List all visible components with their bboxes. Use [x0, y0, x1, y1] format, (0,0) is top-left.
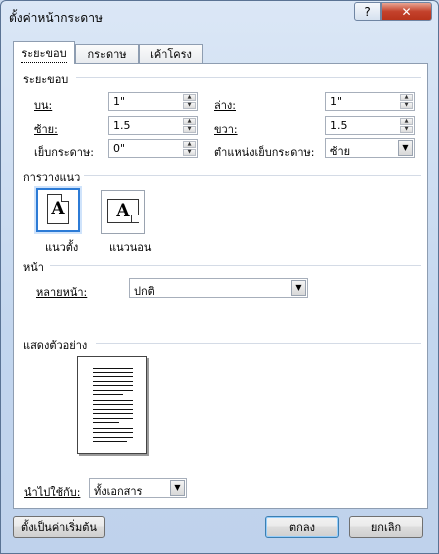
tab-layout-label: เค้าโครง: [150, 48, 192, 61]
chevron-down-icon[interactable]: ▼: [398, 140, 413, 156]
gutter-value: 0": [113, 142, 126, 155]
multiple-pages-select[interactable]: ปกติ ▼: [129, 278, 308, 298]
spin-up-icon[interactable]: ▲: [400, 94, 413, 101]
spin-up-icon[interactable]: ▲: [183, 141, 196, 148]
set-as-default-button[interactable]: ตั้งเป็นค่าเริ่มต้น: [13, 516, 105, 538]
page-preview: [77, 356, 147, 454]
spin-down-icon[interactable]: ▼: [183, 102, 196, 109]
bottom-margin-value: 1": [330, 95, 343, 108]
spin-up-icon[interactable]: ▲: [183, 94, 196, 101]
help-button[interactable]: ?: [354, 2, 381, 21]
spin-up-icon[interactable]: ▲: [400, 118, 413, 125]
tab-paper[interactable]: กระดาษ: [75, 44, 139, 63]
right-margin-value: 1.5: [330, 119, 348, 132]
margins-heading: ระยะขอบ: [23, 73, 69, 86]
landscape-label: แนวนอน: [109, 241, 152, 254]
left-margin-value: 1.5: [113, 119, 131, 132]
close-button[interactable]: ✕: [381, 2, 432, 21]
gutter-position-label: ตำแหน่งเย็บกระดาษ:: [214, 146, 315, 159]
multiple-pages-value: ปกติ: [134, 285, 155, 298]
left-margin-label: ซ้าย:: [34, 123, 58, 136]
page-setup-dialog: ตั้งค่าหน้ากระดาษ ? ✕ ระยะขอบ กระดาษ เค้…: [0, 0, 439, 554]
chevron-down-icon[interactable]: ▼: [170, 480, 185, 496]
spin-down-icon[interactable]: ▼: [400, 102, 413, 109]
chevron-down-icon[interactable]: ▼: [291, 280, 306, 296]
portrait-label: แนวตั้ง: [45, 241, 79, 254]
set-as-default-label: ตั้งเป็นค่าเริ่มต้น: [21, 521, 97, 534]
cancel-button[interactable]: ยกเลิก: [349, 516, 423, 538]
tab-margins-label: ระยะขอบ: [21, 44, 67, 63]
gutter-position-value: ซ้าย: [330, 145, 351, 158]
pages-heading: หน้า: [23, 261, 44, 274]
gutter-spinner[interactable]: 0" ▲ ▼: [108, 139, 198, 158]
ok-button[interactable]: ตกลง: [265, 516, 339, 538]
gutter-position-select[interactable]: ซ้าย ▼: [325, 138, 415, 158]
tab-layout[interactable]: เค้าโครง: [139, 44, 203, 63]
dialog-title: ตั้งค่าหน้ากระดาษ: [9, 11, 103, 25]
ok-label: ตกลง: [289, 521, 315, 534]
top-margin-value: 1": [113, 95, 126, 108]
apply-to-label: นำไปใช้กับ:: [24, 486, 81, 499]
spin-up-icon[interactable]: ▲: [183, 118, 196, 125]
top-margin-label: บน:: [34, 99, 53, 112]
gutter-label: เย็บกระดาษ:: [34, 146, 94, 159]
left-margin-spinner[interactable]: 1.5 ▲ ▼: [108, 116, 198, 135]
portrait-option[interactable]: A: [36, 188, 80, 232]
spin-down-icon[interactable]: ▼: [183, 126, 196, 133]
tab-margins[interactable]: ระยะขอบ: [13, 41, 75, 64]
bottom-margin-label: ล่าง:: [214, 99, 236, 112]
close-icon: ✕: [401, 4, 412, 19]
spin-down-icon[interactable]: ▼: [400, 126, 413, 133]
tab-paper-label: กระดาษ: [87, 48, 127, 61]
orientation-heading: การวางแนว: [23, 171, 81, 184]
title-bar: ตั้งค่าหน้ากระดาษ ? ✕: [1, 1, 438, 31]
pages-divider: [50, 265, 421, 266]
preview-divider: [96, 343, 421, 344]
spin-down-icon[interactable]: ▼: [183, 149, 196, 156]
cancel-label: ยกเลิก: [370, 521, 402, 534]
landscape-option[interactable]: A: [101, 190, 145, 234]
multiple-pages-label: หลายหน้า:: [36, 286, 88, 299]
apply-to-value: ทั้งเอกสาร: [94, 485, 143, 498]
right-margin-spinner[interactable]: 1.5 ▲ ▼: [325, 116, 415, 135]
orientation-divider: [84, 175, 421, 176]
bottom-margin-spinner[interactable]: 1" ▲ ▼: [325, 92, 415, 111]
tab-panel-margins: ระยะขอบ บน: 1" ▲ ▼ ล่าง: 1" ▲ ▼ ซ้าย: 1.…: [13, 63, 428, 509]
preview-heading: แสดงตัวอย่าง: [23, 339, 88, 352]
apply-to-select[interactable]: ทั้งเอกสาร ▼: [89, 478, 187, 498]
help-icon: ?: [364, 4, 371, 19]
right-margin-label: ขวา:: [214, 123, 238, 136]
top-margin-spinner[interactable]: 1" ▲ ▼: [108, 92, 198, 111]
margins-divider: [76, 77, 421, 78]
